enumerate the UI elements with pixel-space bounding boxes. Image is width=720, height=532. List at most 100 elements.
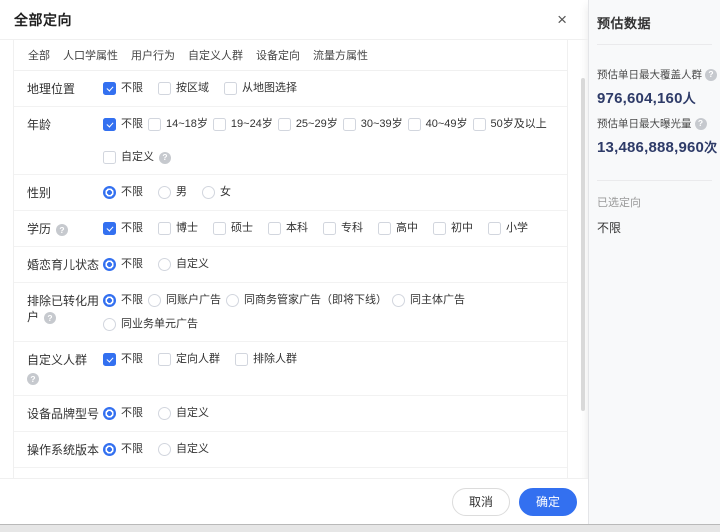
option-label: 同账户广告 (166, 293, 221, 308)
checkbox-option[interactable]: 19~24岁 (213, 117, 273, 132)
checkbox-option[interactable]: 不限 (103, 81, 143, 96)
checkbox[interactable] (158, 82, 171, 95)
radio-option[interactable]: 自定义 (158, 406, 209, 421)
checkbox-option[interactable]: 高中 (378, 221, 418, 236)
radio-button[interactable] (103, 407, 116, 420)
checkbox-option[interactable]: 初中 (433, 221, 473, 236)
checkbox[interactable] (213, 118, 226, 131)
radio-option[interactable]: 不限 (103, 185, 143, 200)
stat-label-text: 预估单日最大覆盖人群 (597, 67, 702, 82)
option-label: 女 (220, 185, 231, 200)
radio-button[interactable] (103, 318, 116, 331)
checkbox[interactable] (103, 222, 116, 235)
tab-自定义人群[interactable]: 自定义人群 (188, 47, 243, 63)
checkbox[interactable] (268, 222, 281, 235)
checkbox-option[interactable]: 不限 (103, 221, 143, 236)
selected-targeting-value: 不限 (597, 219, 712, 236)
radio-option[interactable]: 自定义 (158, 257, 209, 272)
radio-button[interactable] (158, 407, 171, 420)
tab-人口学属性[interactable]: 人口学属性 (63, 47, 118, 63)
row-label-text: 婚恋育儿状态 (27, 258, 99, 272)
checkbox[interactable] (235, 353, 248, 366)
checkbox-option[interactable]: 博士 (158, 221, 198, 236)
cancel-button[interactable]: 取消 (452, 488, 510, 516)
radio-option[interactable]: 不限 (103, 442, 143, 457)
option-label: 25~29岁 (296, 117, 338, 132)
checkbox-option[interactable]: 排除人群 (235, 352, 297, 367)
radio-button[interactable] (103, 258, 116, 271)
checkbox[interactable] (343, 118, 356, 131)
checkbox-option[interactable]: 25~29岁 (278, 117, 338, 132)
option-label: 30~39岁 (361, 117, 403, 132)
radio-option[interactable]: 同主体广告 (392, 293, 465, 308)
checkbox[interactable] (103, 151, 116, 164)
radio-button[interactable] (202, 186, 215, 199)
checkbox[interactable] (278, 118, 291, 131)
checkbox[interactable] (473, 118, 486, 131)
radio-option[interactable]: 同商务管家广告（即将下线） (226, 293, 387, 308)
tab-全部[interactable]: 全部 (28, 47, 50, 63)
radio-button[interactable] (392, 294, 405, 307)
radio-button[interactable] (148, 294, 161, 307)
option-label: 高中 (396, 221, 418, 236)
option-label: 自定义 (176, 442, 209, 457)
checkbox-option[interactable]: 本科 (268, 221, 308, 236)
help-icon: ? (705, 69, 717, 81)
checkbox-option[interactable]: 定向人群 (158, 352, 220, 367)
checkbox[interactable] (408, 118, 421, 131)
checkbox-option[interactable]: 小学 (488, 221, 528, 236)
radio-option[interactable]: 自定义 (158, 442, 209, 457)
targeting-row: 联网方式不限Wi-Fi5G4G3G2G (14, 468, 567, 478)
checkbox[interactable] (433, 222, 446, 235)
radio-button[interactable] (103, 186, 116, 199)
checkbox[interactable] (158, 353, 171, 366)
checkbox[interactable] (224, 82, 237, 95)
radio-button[interactable] (158, 258, 171, 271)
modal-header: 全部定向 × (0, 0, 588, 39)
radio-button[interactable] (158, 186, 171, 199)
radio-option[interactable]: 同账户广告 (148, 293, 221, 308)
checkbox-option[interactable]: 硕士 (213, 221, 253, 236)
radio-option[interactable]: 同业务单元广告 (103, 317, 198, 332)
checkbox[interactable] (378, 222, 391, 235)
close-icon[interactable]: × (557, 11, 567, 28)
radio-option[interactable]: 不限 (103, 257, 143, 272)
radio-button[interactable] (103, 294, 116, 307)
checkbox[interactable] (158, 222, 171, 235)
checkbox[interactable] (103, 353, 116, 366)
checkbox[interactable] (103, 118, 116, 131)
checkbox-option[interactable]: 不限 (103, 352, 143, 367)
tab-流量方属性[interactable]: 流量方属性 (313, 47, 368, 63)
radio-button[interactable] (103, 443, 116, 456)
checkbox-option[interactable]: 40~49岁 (408, 117, 468, 132)
targeting-scroll-area[interactable]: 全部人口学属性用户行为自定义人群设备定向流量方属性 地理位置不限按区域从地图选择… (0, 39, 588, 478)
checkbox-option[interactable]: 按区域 (158, 81, 209, 96)
checkbox-option[interactable]: 从地图选择 (224, 81, 297, 96)
checkbox-option[interactable]: 自定义? (103, 150, 171, 165)
radio-button[interactable] (158, 443, 171, 456)
checkbox-option[interactable]: 专科 (323, 221, 363, 236)
tab-用户行为[interactable]: 用户行为 (131, 47, 175, 63)
confirm-button[interactable]: 确定 (519, 488, 577, 516)
checkbox[interactable] (213, 222, 226, 235)
radio-option[interactable]: 不限 (103, 406, 143, 421)
radio-button[interactable] (226, 294, 239, 307)
vertical-scrollbar[interactable] (581, 78, 585, 411)
checkbox[interactable] (103, 82, 116, 95)
tab-设备定向[interactable]: 设备定向 (256, 47, 300, 63)
radio-option[interactable]: 男 (158, 185, 187, 200)
checkbox-option[interactable]: 50岁及以上 (473, 117, 547, 132)
checkbox[interactable] (323, 222, 336, 235)
checkbox[interactable] (148, 118, 161, 131)
targeting-row: 操作系统版本不限自定义 (14, 432, 567, 468)
checkbox[interactable] (488, 222, 501, 235)
radio-option[interactable]: 女 (202, 185, 231, 200)
radio-option[interactable]: 不限 (103, 293, 143, 308)
row-options: 不限博士硕士本科专科 高中初中小学 (103, 221, 563, 236)
checkbox-option[interactable]: 不限 (103, 117, 143, 132)
option-label: 不限 (121, 442, 143, 457)
row-label: 地理位置 (27, 81, 103, 97)
targeting-modal: 全部定向 × 全部人口学属性用户行为自定义人群设备定向流量方属性 地理位置不限按… (0, 0, 720, 524)
checkbox-option[interactable]: 14~18岁 (148, 117, 208, 132)
checkbox-option[interactable]: 30~39岁 (343, 117, 403, 132)
